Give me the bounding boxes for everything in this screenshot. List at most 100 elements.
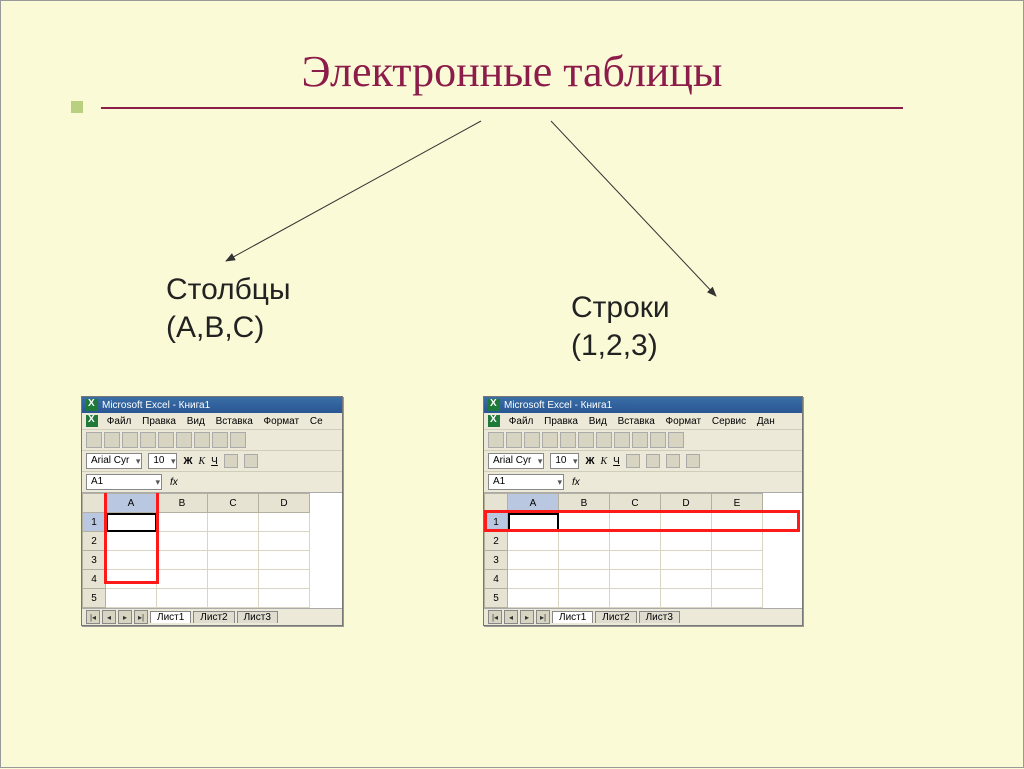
cell-B5[interactable]: [559, 589, 610, 608]
open-icon[interactable]: [506, 432, 522, 448]
menu-cut[interactable]: Се: [310, 416, 323, 427]
tab-nav-first-icon[interactable]: |◂: [488, 610, 502, 624]
print-icon[interactable]: [140, 432, 156, 448]
col-header-C[interactable]: C: [208, 494, 259, 513]
row-header-1[interactable]: 1: [485, 513, 508, 532]
col-header-D[interactable]: D: [259, 494, 310, 513]
cell-D5[interactable]: [661, 589, 712, 608]
copy-icon[interactable]: [614, 432, 630, 448]
spell-icon[interactable]: [578, 432, 594, 448]
cell-C2[interactable]: [610, 532, 661, 551]
align-right-icon[interactable]: [666, 454, 680, 468]
cell-A2[interactable]: [508, 532, 559, 551]
fx-label[interactable]: fx: [572, 477, 580, 488]
tab-nav-next-icon[interactable]: ▸: [118, 610, 132, 624]
cell-E3[interactable]: [712, 551, 763, 570]
cell-C4[interactable]: [610, 570, 661, 589]
cell-B5[interactable]: [157, 589, 208, 608]
cell-D2[interactable]: [661, 532, 712, 551]
redo-icon[interactable]: [668, 432, 684, 448]
menu-edit[interactable]: Правка: [142, 416, 176, 427]
copy-icon[interactable]: [212, 432, 228, 448]
cell-D4[interactable]: [661, 570, 712, 589]
fx-label[interactable]: fx: [170, 477, 178, 488]
col-header-E[interactable]: E: [712, 494, 763, 513]
cell-B4[interactable]: [157, 570, 208, 589]
name-box[interactable]: A1: [86, 474, 162, 490]
cell-C3[interactable]: [610, 551, 661, 570]
col-header-B[interactable]: B: [157, 494, 208, 513]
row-header-4[interactable]: 4: [485, 570, 508, 589]
cut-icon[interactable]: [596, 432, 612, 448]
cell-B1[interactable]: [559, 513, 610, 532]
new-icon[interactable]: [86, 432, 102, 448]
menu-format[interactable]: Формат: [264, 416, 300, 427]
cell-B3[interactable]: [157, 551, 208, 570]
cell-D5[interactable]: [259, 589, 310, 608]
sheet-tab-1[interactable]: Лист1: [552, 611, 593, 623]
cell-A4[interactable]: [508, 570, 559, 589]
sheet-tab-1[interactable]: Лист1: [150, 611, 191, 623]
col-header-D[interactable]: D: [661, 494, 712, 513]
align-left-icon[interactable]: [224, 454, 238, 468]
col-header-B[interactable]: B: [559, 494, 610, 513]
row-header-2[interactable]: 2: [485, 532, 508, 551]
menu-format[interactable]: Формат: [666, 416, 702, 427]
row-header-1[interactable]: 1: [83, 513, 106, 532]
cell-E5[interactable]: [712, 589, 763, 608]
menu-file[interactable]: Файл: [509, 416, 534, 427]
select-all-corner[interactable]: [485, 494, 508, 513]
row-header-5[interactable]: 5: [83, 589, 106, 608]
spell-icon[interactable]: [176, 432, 192, 448]
new-icon[interactable]: [488, 432, 504, 448]
cell-E4[interactable]: [712, 570, 763, 589]
bold-button[interactable]: Ж: [183, 456, 192, 467]
save-icon[interactable]: [122, 432, 138, 448]
undo-icon[interactable]: [650, 432, 666, 448]
font-selector[interactable]: Arial Cyr: [86, 453, 142, 469]
menu-data[interactable]: Дан: [757, 416, 775, 427]
cell-A1[interactable]: [508, 513, 559, 532]
cell-A4[interactable]: [106, 570, 157, 589]
cell-C5[interactable]: [610, 589, 661, 608]
cell-C4[interactable]: [208, 570, 259, 589]
tab-nav-prev-icon[interactable]: ◂: [504, 610, 518, 624]
underline-button[interactable]: Ч: [211, 456, 218, 467]
menu-edit[interactable]: Правка: [544, 416, 578, 427]
cell-C2[interactable]: [208, 532, 259, 551]
cell-D3[interactable]: [661, 551, 712, 570]
cell-A5[interactable]: [508, 589, 559, 608]
tab-nav-prev-icon[interactable]: ◂: [102, 610, 116, 624]
cell-A3[interactable]: [508, 551, 559, 570]
menu-tools[interactable]: Сервис: [712, 416, 746, 427]
sheet-tab-3[interactable]: Лист3: [639, 611, 680, 623]
open-icon[interactable]: [104, 432, 120, 448]
cell-B3[interactable]: [559, 551, 610, 570]
cell-A3[interactable]: [106, 551, 157, 570]
paste-icon[interactable]: [230, 432, 246, 448]
cell-C5[interactable]: [208, 589, 259, 608]
menu-insert[interactable]: Вставка: [618, 416, 655, 427]
cell-E2[interactable]: [712, 532, 763, 551]
preview-icon[interactable]: [560, 432, 576, 448]
save-icon[interactable]: [524, 432, 540, 448]
align-center-icon[interactable]: [244, 454, 258, 468]
cell-C3[interactable]: [208, 551, 259, 570]
menu-insert[interactable]: Вставка: [216, 416, 253, 427]
cut-icon[interactable]: [194, 432, 210, 448]
cell-D2[interactable]: [259, 532, 310, 551]
cell-D1[interactable]: [661, 513, 712, 532]
italic-button[interactable]: К: [601, 456, 608, 467]
cell-D4[interactable]: [259, 570, 310, 589]
col-header-A[interactable]: A: [106, 494, 157, 513]
name-box[interactable]: A1: [488, 474, 564, 490]
cell-A5[interactable]: [106, 589, 157, 608]
paste-icon[interactable]: [632, 432, 648, 448]
tab-nav-last-icon[interactable]: ▸|: [536, 610, 550, 624]
print-icon[interactable]: [542, 432, 558, 448]
cell-E1[interactable]: [712, 513, 763, 532]
cell-A1[interactable]: [106, 513, 157, 532]
cell-B2[interactable]: [157, 532, 208, 551]
cell-C1[interactable]: [208, 513, 259, 532]
sheet-tab-3[interactable]: Лист3: [237, 611, 278, 623]
